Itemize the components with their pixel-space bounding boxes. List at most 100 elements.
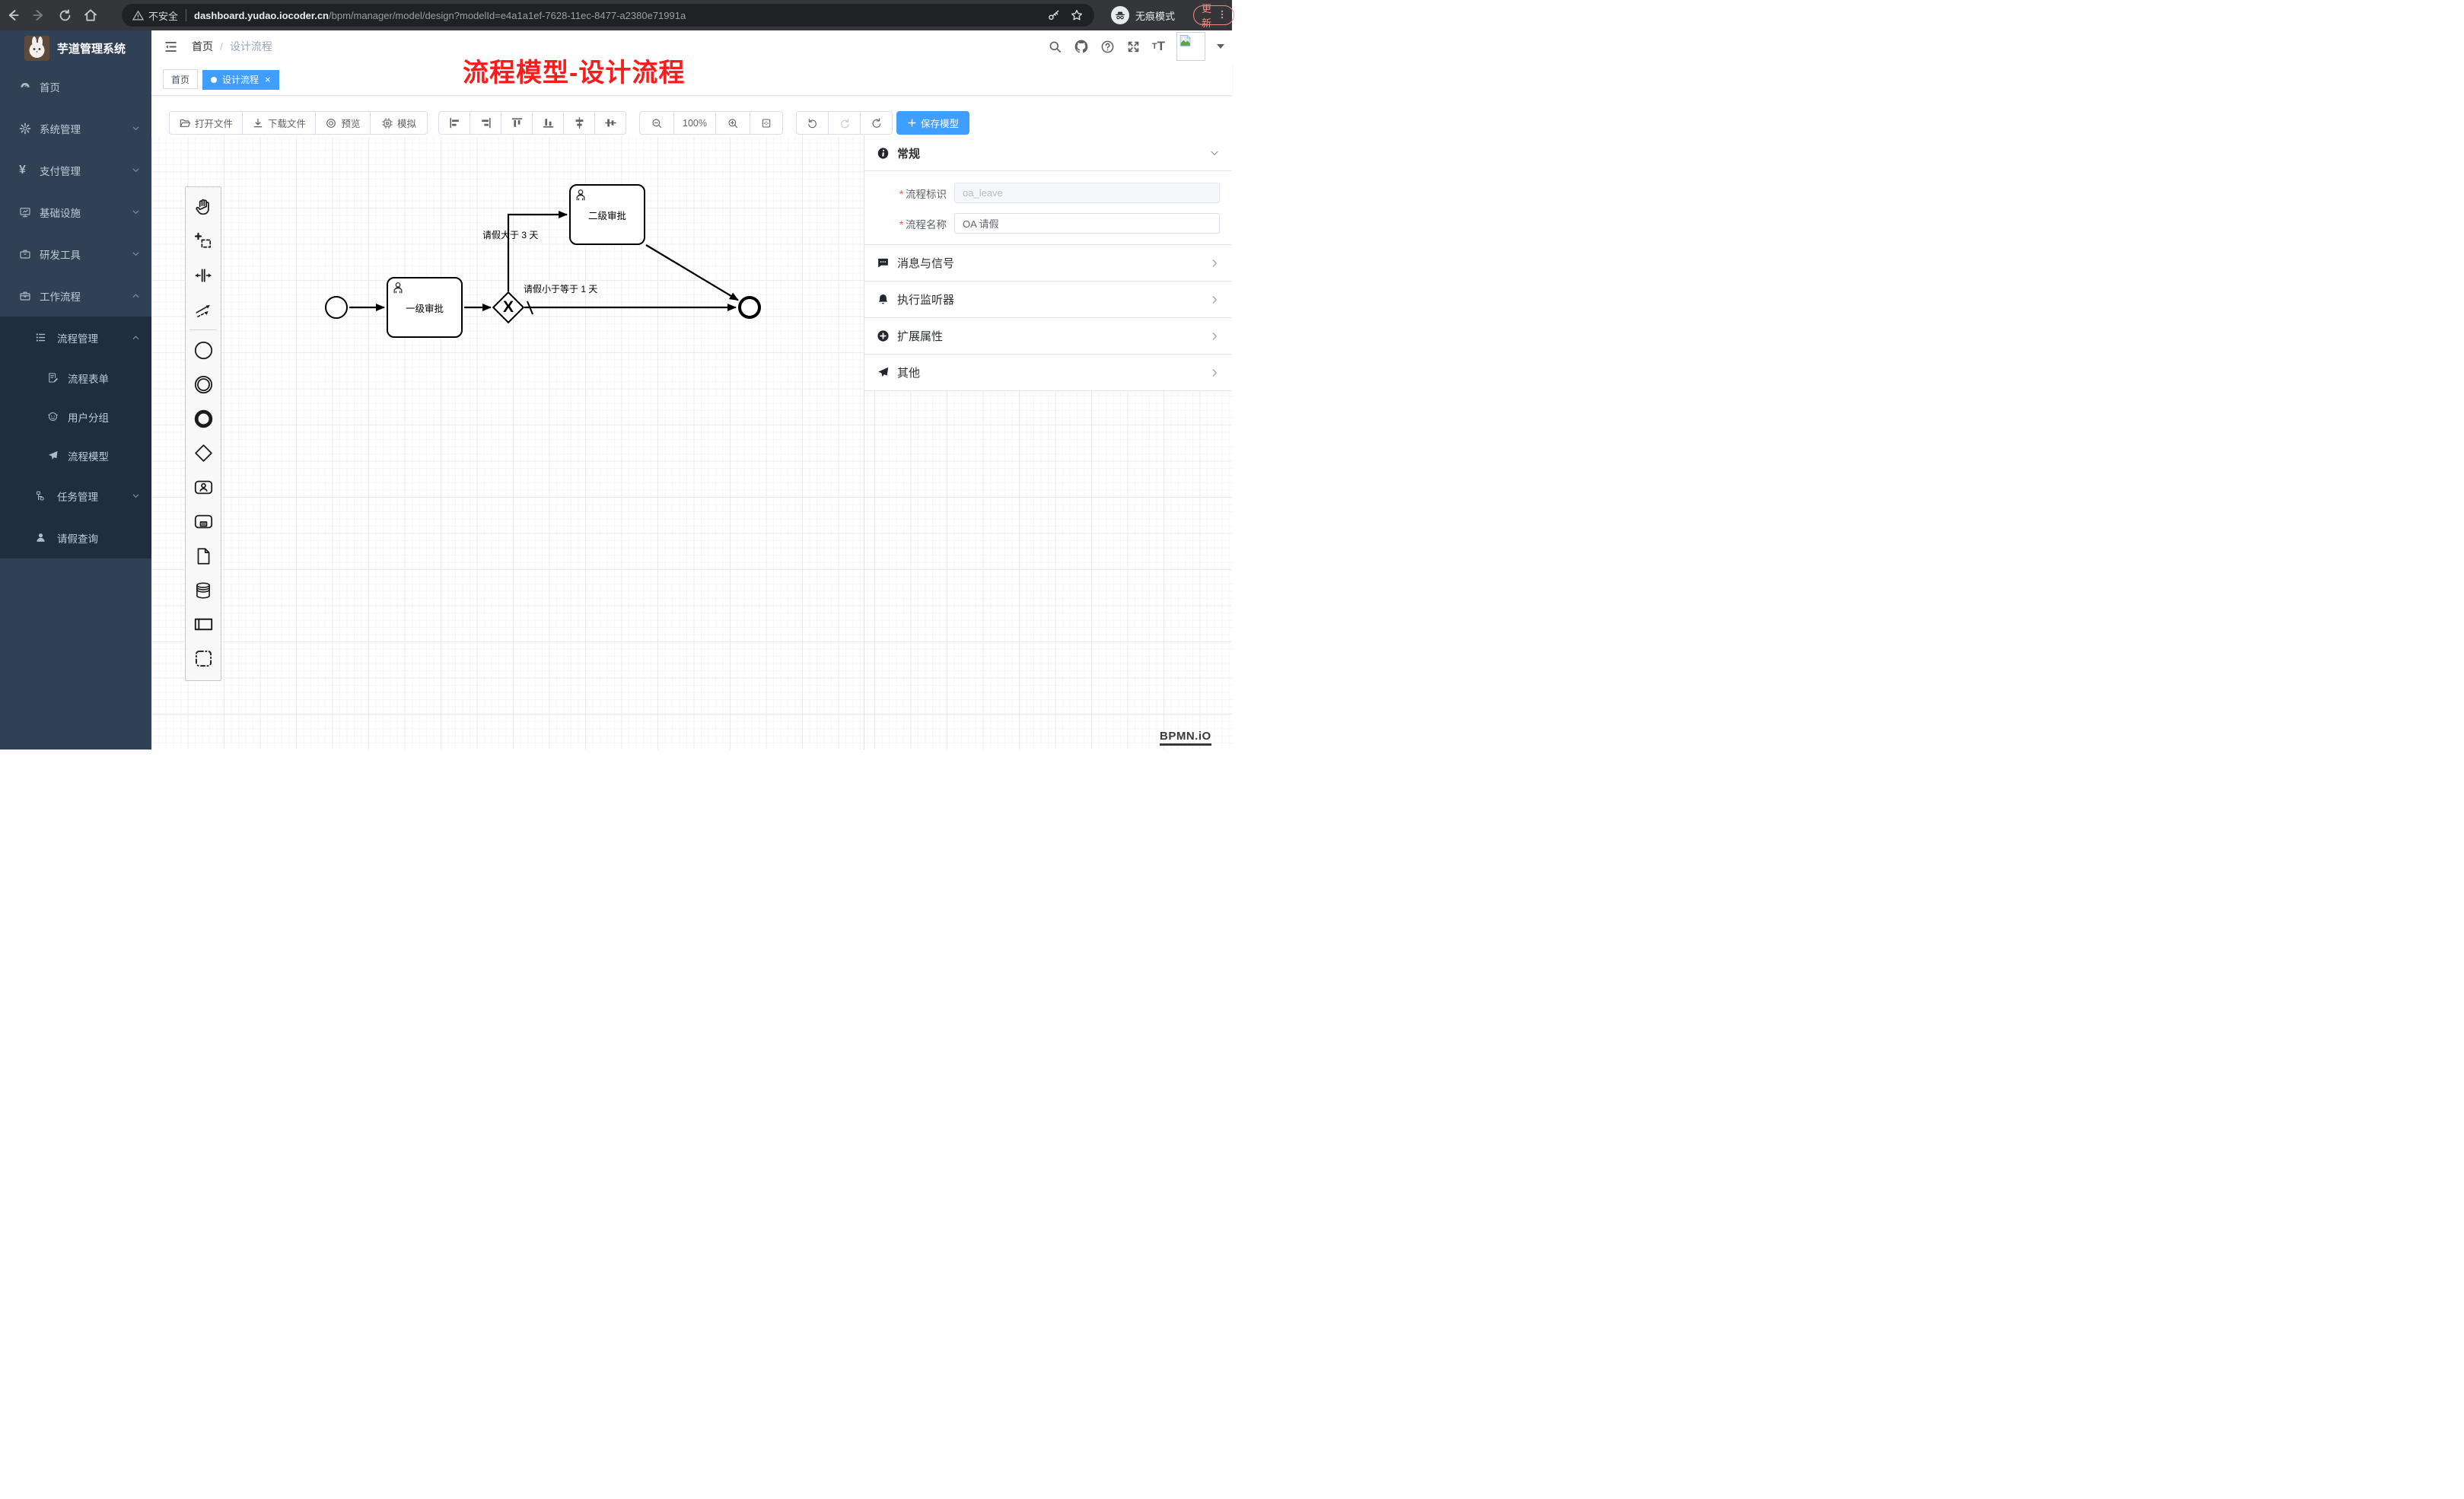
toolbar-zoom-out[interactable] xyxy=(639,111,674,135)
forward-icon[interactable] xyxy=(26,4,52,27)
end-event[interactable] xyxy=(738,296,761,319)
toolbar-button-label: 预览 xyxy=(341,116,360,130)
help-icon[interactable] xyxy=(1100,40,1115,54)
avatar[interactable] xyxy=(1176,32,1205,61)
zoom-level-label: 100% xyxy=(683,118,707,129)
panel-section-扩展属性[interactable]: 扩展属性 xyxy=(864,318,1232,355)
close-icon[interactable]: × xyxy=(265,75,271,84)
zoom-out-icon xyxy=(651,117,663,129)
password-key-icon[interactable] xyxy=(1047,8,1061,22)
sidebar-item-label: 基础设施 xyxy=(40,205,81,220)
toolbar-align-top[interactable] xyxy=(501,111,533,135)
bpmn-io-watermark[interactable]: BPMN.iO xyxy=(1160,730,1211,746)
app-logo[interactable]: 芋道管理系统 xyxy=(0,30,151,65)
url-path: /bpm/manager/model/design?modelId=e4a1a1… xyxy=(329,10,686,21)
browser-menu-icon[interactable] xyxy=(1217,9,1227,22)
user-task-level1[interactable]: 一级审批 xyxy=(387,277,463,338)
start-event[interactable] xyxy=(325,296,348,319)
palette-participant[interactable] xyxy=(186,607,221,641)
palette-start-event[interactable] xyxy=(186,333,221,368)
toolbar-button-下载文件[interactable]: 下载文件 xyxy=(242,111,316,135)
person-icon xyxy=(35,532,46,543)
sidebar-item-系统管理[interactable]: 系统管理 xyxy=(0,107,151,149)
sidebar-item-流程表单[interactable]: 流程表单 xyxy=(0,358,151,397)
sidebar-item-支付管理[interactable]: ¥ 支付管理 xyxy=(0,149,151,191)
sidebar-item-用户分组[interactable]: 用户分组 xyxy=(0,397,151,436)
palette-group[interactable] xyxy=(186,641,221,676)
toolbar-align-left[interactable] xyxy=(438,111,470,135)
toolbar-button-预览[interactable]: 预览 xyxy=(315,111,371,135)
avatar-caret-icon[interactable] xyxy=(1217,44,1224,49)
sidebar-item-请假查询[interactable]: 请假查询 xyxy=(0,517,151,559)
palette-gateway[interactable] xyxy=(186,436,221,470)
sidebar-item-任务管理[interactable]: 任务管理 xyxy=(0,475,151,517)
reload-icon[interactable] xyxy=(52,4,78,27)
toolbar-button-label: 打开文件 xyxy=(195,116,233,130)
palette-user-task[interactable] xyxy=(186,470,221,504)
palette-intermediate-event[interactable] xyxy=(186,368,221,402)
back-icon[interactable] xyxy=(0,4,26,27)
panel-section-执行监听器[interactable]: 执行监听器 xyxy=(864,282,1232,318)
toolbar-align-center[interactable] xyxy=(594,111,626,135)
panel-sections: 消息与信号 执行监听器 扩展属性 其他 xyxy=(864,245,1232,391)
process-key-input[interactable]: oa_leave xyxy=(954,183,1220,203)
flow-condition-label[interactable]: 请假大于 3 天 xyxy=(482,228,538,241)
sidebar-item-研发工具[interactable]: 研发工具 xyxy=(0,233,151,275)
toolbar-align-right[interactable] xyxy=(470,111,501,135)
dashboard-icon xyxy=(19,81,31,93)
user-task-level2[interactable]: 二级审批 xyxy=(569,184,645,245)
sidebar-item-基础设施[interactable]: 基础设施 xyxy=(0,191,151,233)
palette-global-connect-tool[interactable] xyxy=(186,292,221,326)
palette-subprocess[interactable] xyxy=(186,504,221,539)
sidebar-item-流程管理[interactable]: 流程管理 xyxy=(0,317,151,358)
exclusive-gateway[interactable]: X xyxy=(497,296,520,319)
panel-section-其他[interactable]: 其他 xyxy=(864,355,1232,391)
home-icon[interactable] xyxy=(78,4,103,27)
save-model-button[interactable]: 保存模型 xyxy=(896,111,969,135)
restart-icon xyxy=(871,117,883,129)
palette-space-tool[interactable] xyxy=(186,258,221,292)
fullscreen-icon[interactable] xyxy=(1126,40,1141,54)
sidebar-item-首页[interactable]: 首页 xyxy=(0,65,151,107)
sidebar-item-工作流程[interactable]: 工作流程 xyxy=(0,275,151,317)
flow-condition-label[interactable]: 请假小于等于 1 天 xyxy=(524,282,597,295)
logo-rabbit-image xyxy=(24,36,49,61)
search-icon[interactable] xyxy=(1048,40,1062,54)
address-bar[interactable]: 不安全 dashboard.yudao.iocoder.cn/bpm/manag… xyxy=(122,4,1094,27)
sidebar-item-label: 研发工具 xyxy=(40,247,81,262)
section-general[interactable]: 常规 xyxy=(864,135,1232,171)
collapse-sidebar-icon[interactable] xyxy=(164,40,178,54)
github-icon[interactable] xyxy=(1074,39,1089,54)
process-name-input[interactable]: OA 请假 xyxy=(954,213,1220,234)
user-task-icon xyxy=(193,477,214,498)
app-title: 芋道管理系统 xyxy=(57,40,126,56)
font-size-icon[interactable]: TT xyxy=(1152,39,1165,54)
palette-hand-tool[interactable] xyxy=(186,189,221,224)
sidebar-item-流程模型[interactable]: 流程模型 xyxy=(0,436,151,475)
toolbar-align-bottom[interactable] xyxy=(532,111,564,135)
toolbar-align-middle[interactable] xyxy=(563,111,595,135)
update-label: 更新 xyxy=(1202,1,1211,30)
toolbar-undo[interactable] xyxy=(796,111,829,135)
bookmark-star-icon[interactable] xyxy=(1070,8,1084,22)
toolbar-button-模拟[interactable]: 模拟 xyxy=(370,111,428,135)
tab-设计流程[interactable]: 设计流程× xyxy=(202,70,279,90)
toolbar-zoom-reset[interactable] xyxy=(750,111,783,135)
chevron-down-icon[interactable] xyxy=(1209,148,1220,158)
zoom-level[interactable]: 100% xyxy=(673,111,716,135)
user-task-icon xyxy=(575,189,587,204)
browser-update-button[interactable]: 更新 xyxy=(1193,5,1234,25)
tab-首页[interactable]: 首页 xyxy=(163,69,198,89)
toolbar-button-打开文件[interactable]: 打开文件 xyxy=(169,111,243,135)
security-label: 不安全 xyxy=(148,8,178,23)
toolbar-restart[interactable] xyxy=(860,111,893,135)
palette-data-object[interactable] xyxy=(186,539,221,573)
field-process-key: *流程标识 oa_leave xyxy=(864,183,1220,203)
panel-section-消息与信号[interactable]: 消息与信号 xyxy=(864,245,1232,282)
toolbar-zoom-in[interactable] xyxy=(715,111,750,135)
breadcrumb-home[interactable]: 首页 xyxy=(192,39,213,54)
palette-data-store[interactable] xyxy=(186,573,221,607)
toolbar-redo[interactable] xyxy=(828,111,861,135)
palette-end-event[interactable] xyxy=(186,402,221,436)
palette-lasso-tool[interactable] xyxy=(186,224,221,258)
